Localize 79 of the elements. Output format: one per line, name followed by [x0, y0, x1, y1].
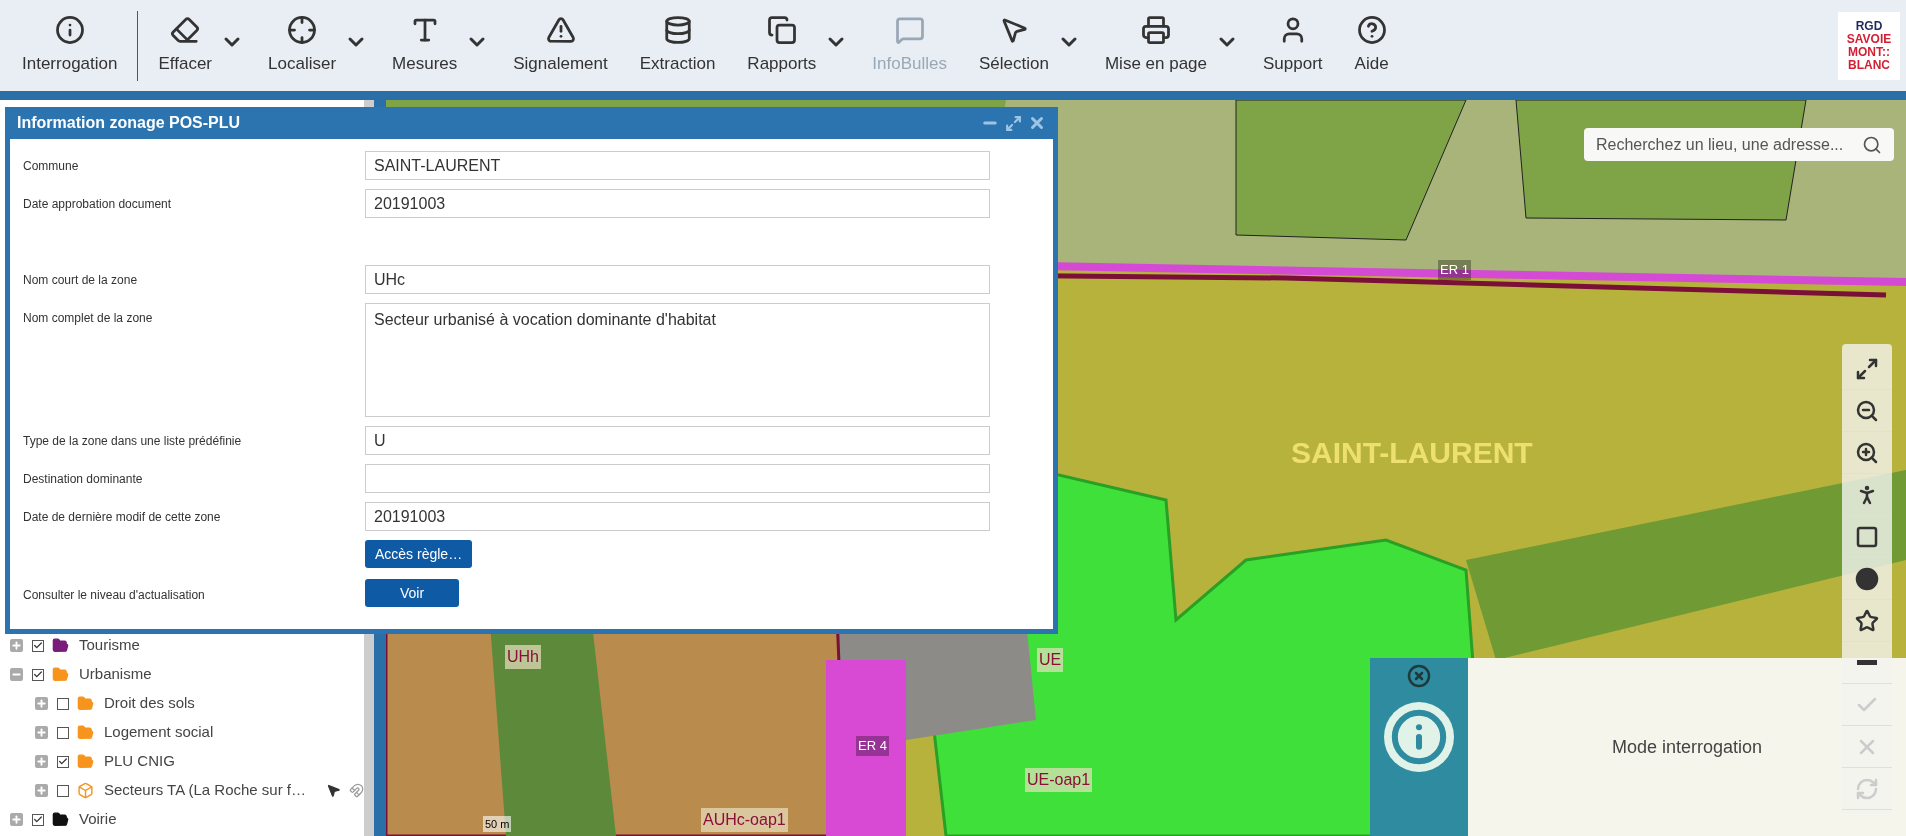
text-field[interactable]	[365, 464, 990, 493]
layer-label[interactable]: Logement social	[104, 721, 214, 744]
toolbar-button[interactable]: Extraction	[623, 5, 732, 86]
logo-text: BLANC	[1848, 58, 1890, 72]
checkbox[interactable]	[57, 697, 69, 710]
toolbar-button[interactable]: Signalement	[497, 5, 624, 86]
logo-text: RGD	[1855, 19, 1883, 33]
layer-label[interactable]: Tourisme	[79, 634, 140, 657]
crosshair-icon	[287, 14, 318, 45]
close-icon[interactable]	[1407, 664, 1431, 688]
speech-bubble-icon	[894, 14, 925, 45]
close-icon[interactable]	[1028, 114, 1046, 132]
eraser-icon	[170, 14, 201, 45]
checkbox[interactable]	[32, 668, 44, 681]
map-label: ER 4	[856, 736, 889, 756]
database-icon	[662, 14, 693, 45]
checkbox[interactable]	[32, 639, 44, 652]
checkbox[interactable]	[57, 755, 69, 768]
text-field[interactable]: UHc	[365, 265, 990, 294]
layer-label[interactable]: Urbanisme	[79, 663, 152, 686]
field-label: Type de la zone dans une liste prédéfinie	[23, 434, 242, 448]
checkbox[interactable]	[32, 813, 44, 826]
search-icon[interactable]	[1862, 134, 1882, 155]
toolbar-button[interactable]: Support	[1247, 5, 1339, 86]
text-field[interactable]: U	[365, 426, 990, 455]
field-label: Consulter le niveau d'actualisation	[23, 588, 205, 602]
refresh-icon	[1855, 776, 1879, 801]
toolbar-button[interactable]: Interrogation	[6, 5, 134, 86]
field-label: Date de dernière modif de cette zone	[23, 510, 221, 524]
printer-icon	[1141, 14, 1171, 45]
maximize-icon[interactable]	[1005, 114, 1022, 132]
text-field[interactable]: 20191003	[365, 502, 990, 531]
fullscreen-icon	[1855, 356, 1879, 381]
scale-label: 50 m	[483, 815, 512, 832]
field-label: Nom complet de la zone	[23, 311, 153, 325]
checkbox[interactable]	[57, 726, 69, 739]
zoom-in-icon	[1855, 440, 1879, 465]
layer-label[interactable]: Secteurs TA (La Roche sur f…	[104, 779, 307, 802]
text-field[interactable]: SAINT-LAURENT	[365, 151, 990, 180]
logo-text: SAVOIE	[1846, 32, 1892, 46]
search-field[interactable]: Recherchez un lieu, une adresse...	[1584, 128, 1894, 161]
help-icon	[1356, 14, 1387, 45]
documents-icon	[766, 14, 797, 45]
notification-text: Mode interrogation	[1611, 735, 1763, 759]
info-icon	[54, 14, 85, 45]
map-label: ER 1	[1438, 260, 1471, 280]
toolbar-button[interactable]: Localiser	[252, 5, 353, 86]
action-button[interactable]: Voir	[365, 579, 459, 607]
map-label: UHh	[505, 645, 541, 669]
toolbar-button[interactable]: Rapports	[731, 5, 833, 86]
toolbar-button[interactable]: Mise en page	[1088, 5, 1224, 86]
toolbar-button[interactable]: Mesures	[376, 5, 474, 86]
field-label: Date approbation document	[23, 197, 172, 211]
toolbar-button[interactable]: Effacer	[142, 5, 228, 86]
map-label: AUHc-oap1	[701, 808, 788, 832]
layer-label[interactable]: PLU CNIG	[104, 750, 175, 773]
toolbar-button[interactable]: Aide	[1338, 5, 1405, 86]
field-label: Nom court de la zone	[23, 273, 138, 287]
pointer-icon[interactable]	[326, 783, 342, 798]
layer-label[interactable]: Voirie	[79, 808, 117, 831]
layer-label[interactable]: Droit des sols	[104, 692, 195, 715]
checkbox[interactable]	[57, 784, 69, 797]
map-label: UE	[1037, 648, 1064, 672]
dialog-title: Information zonage POS-PLU	[17, 113, 242, 133]
action-button[interactable]: Accès règle…	[365, 540, 473, 568]
minus-icon	[1857, 660, 1877, 665]
zoom-out-icon	[1855, 398, 1879, 423]
text-field[interactable]: 20191003	[365, 189, 990, 218]
toolbar-button[interactable]: Sélection	[963, 5, 1065, 86]
field-label: Destination dominante	[23, 472, 143, 486]
field-label: Commune	[23, 159, 79, 173]
text-area[interactable]: Secteur urbanisé à vocation dominante d'habitat	[365, 303, 990, 417]
square-icon	[1855, 524, 1879, 549]
magnet-icon[interactable]	[349, 783, 365, 798]
circle-icon	[1855, 566, 1879, 591]
map-label: UE-oap1	[1025, 768, 1093, 792]
logo-text: MONT::	[1848, 45, 1890, 59]
warning-icon	[545, 14, 576, 45]
star-icon	[1855, 608, 1879, 633]
